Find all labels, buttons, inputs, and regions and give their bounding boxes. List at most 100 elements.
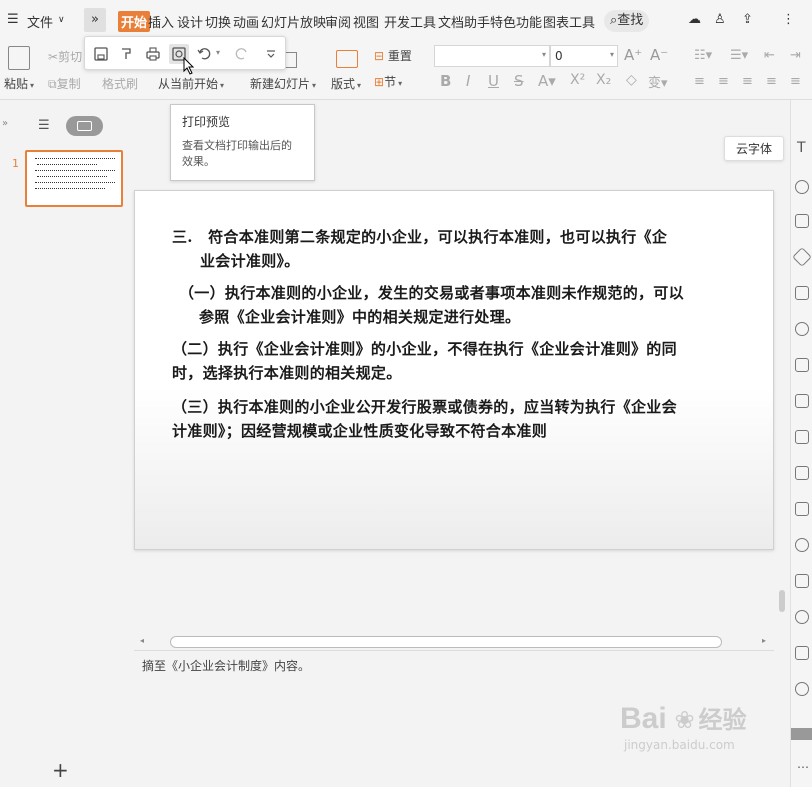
increase-font-icon[interactable]: A⁺ xyxy=(624,46,642,64)
paragraph-3-2[interactable]: （二）执行《企业会计准则》的小企业，不得在执行《企业会计准则》的同 时，选择执行… xyxy=(172,337,762,385)
undo-dropdown-icon[interactable]: ▾ xyxy=(216,48,220,57)
quick-access-toolbar: ▾ xyxy=(84,36,286,75)
tab-chart-tools[interactable]: 图表工具 xyxy=(543,12,595,31)
tab-transition[interactable]: 切换 xyxy=(205,12,231,31)
cut-button[interactable]: ✂剪切 xyxy=(48,48,82,65)
superscript-icon[interactable]: X² xyxy=(570,72,585,88)
font-size-select[interactable]: 0 ▾ xyxy=(550,45,618,67)
hamburger-icon[interactable]: ☰ xyxy=(7,12,19,27)
adjust-icon[interactable] xyxy=(795,214,809,228)
palette-icon[interactable] xyxy=(795,538,809,552)
font-family-select[interactable]: ▾ xyxy=(434,45,550,67)
format-painter-button[interactable]: 格式刷 xyxy=(102,75,138,92)
justify-icon[interactable]: ≡ xyxy=(766,74,777,89)
search-button[interactable]: ⌕查找 xyxy=(604,10,650,32)
shape-icon[interactable] xyxy=(795,358,809,372)
bullet-list-icon[interactable]: ☷▾ xyxy=(694,48,712,63)
share-icon[interactable]: ⇪ xyxy=(742,12,753,27)
idea-icon[interactable] xyxy=(795,180,809,194)
decrease-font-icon[interactable]: A⁻ xyxy=(650,46,668,64)
tab-doc-assistant[interactable]: 文档助手 xyxy=(438,12,490,31)
media-icon[interactable] xyxy=(795,466,809,480)
print-icon[interactable] xyxy=(143,44,163,64)
paragraph-3-3[interactable]: （三）执行本准则的小企业公开发行股票或债券的，应当转为执行《企业会 计准则》；因… xyxy=(172,395,762,443)
save-icon[interactable] xyxy=(91,44,111,64)
tab-design[interactable]: 设计 xyxy=(177,12,203,31)
copy-button[interactable]: ⧉复制 xyxy=(48,75,81,92)
comment-icon[interactable] xyxy=(795,610,809,624)
indent-increase-icon[interactable]: ⇥ xyxy=(790,48,801,63)
scroll-indicator[interactable] xyxy=(791,728,812,740)
indent-decrease-icon[interactable]: ⇤ xyxy=(764,48,775,63)
chevron-down-icon[interactable]: ∨ xyxy=(58,15,65,25)
tab-review[interactable]: 审阅 xyxy=(325,12,351,31)
new-slide-icon[interactable] xyxy=(285,52,297,68)
paragraph-3-3-line2: 计准则》；因经营规模或企业性质变化导致不符合本准则 xyxy=(172,422,548,440)
align-right-icon[interactable]: ≡ xyxy=(742,74,753,89)
redo-icon[interactable] xyxy=(231,44,251,64)
tab-home[interactable]: 开始 xyxy=(118,11,151,32)
horizontal-scrollbar[interactable]: ◂ ▸ xyxy=(134,634,774,650)
align-center-icon[interactable]: ≡ xyxy=(718,74,729,89)
add-slide-icon[interactable]: + xyxy=(52,758,69,782)
horizontal-scroll-thumb[interactable] xyxy=(170,636,722,648)
layout-icon[interactable] xyxy=(336,50,358,68)
align-left-icon[interactable]: ≡ xyxy=(694,74,705,89)
grid-icon[interactable] xyxy=(795,574,809,588)
strikethrough-icon[interactable]: S xyxy=(514,72,524,90)
file-menu[interactable]: 文件 xyxy=(27,12,53,31)
slide-icon[interactable] xyxy=(795,394,809,408)
bold-icon[interactable]: B xyxy=(440,72,451,90)
outline-view-icon[interactable]: ☰ xyxy=(38,118,50,133)
reset-button[interactable]: ⊟ 重置 xyxy=(374,47,412,64)
eraser-icon[interactable]: ◇ xyxy=(626,72,637,88)
paragraph-3-1[interactable]: （一）执行本准则的小企业，发生的交易或者事项本准则未作规范的，可以 参照《企业会… xyxy=(179,281,759,329)
section-button[interactable]: ⊞节 ▾ xyxy=(374,73,402,90)
italic-icon[interactable]: I xyxy=(466,72,470,90)
text-icon[interactable]: T xyxy=(797,140,806,156)
crop-icon[interactable] xyxy=(795,286,809,300)
user-icon[interactable]: ♙ xyxy=(714,12,726,27)
tab-slideshow[interactable]: 幻灯片放映 xyxy=(261,12,326,31)
tab-developer[interactable]: 开发工具 xyxy=(384,12,436,31)
tab-features[interactable]: 特色功能 xyxy=(490,12,542,31)
scroll-left-icon[interactable]: ◂ xyxy=(140,636,144,645)
cloud-font-tooltip: 云字体 xyxy=(724,136,784,161)
scroll-right-icon[interactable]: ▸ xyxy=(762,636,766,645)
color-icon[interactable] xyxy=(795,322,809,336)
settings-icon[interactable] xyxy=(795,682,809,696)
tab-animation[interactable]: 动画 xyxy=(233,12,259,31)
vertical-scroll-thumb[interactable] xyxy=(779,590,785,612)
paste-button[interactable]: 粘贴 ▾ xyxy=(4,75,34,92)
slide-canvas[interactable]: 三. 符合本准则第二条规定的小企业，可以执行本准则，也可以执行《企 业会计准则》… xyxy=(134,190,774,550)
table-icon[interactable] xyxy=(795,502,809,516)
undo-icon[interactable] xyxy=(195,44,215,64)
subscript-icon[interactable]: X₂ xyxy=(596,72,611,88)
pen-icon[interactable] xyxy=(792,247,812,267)
distribute-icon[interactable]: ≡ xyxy=(790,74,801,89)
tab-view[interactable]: 视图 xyxy=(353,12,379,31)
paragraph-3[interactable]: 三. 符合本准则第二条规定的小企业，可以执行本准则，也可以执行《企 业会计准则》… xyxy=(172,225,752,273)
more-icon[interactable]: ⋮ xyxy=(782,12,795,27)
cloud-icon[interactable]: ☁ xyxy=(688,12,701,27)
slide-thumbnail[interactable] xyxy=(25,150,123,207)
image-icon[interactable] xyxy=(795,430,809,444)
layout-button[interactable]: 版式 ▾ xyxy=(331,75,361,92)
copy-icon[interactable] xyxy=(795,646,809,660)
font-color-icon[interactable]: A▾ xyxy=(538,72,556,90)
new-slide-button[interactable]: 新建幻灯片 ▾ xyxy=(250,75,316,92)
tab-insert[interactable]: 插入 xyxy=(148,12,174,31)
numbered-list-icon[interactable]: ☰▾ xyxy=(730,48,748,63)
vertical-scrollbar[interactable] xyxy=(776,190,788,630)
slide-view-toggle[interactable] xyxy=(66,116,103,136)
paragraph-3-2-line2: 时，选择执行本准则的相关规定。 xyxy=(172,364,402,382)
format-brush-icon[interactable] xyxy=(117,44,137,64)
paste-icon[interactable] xyxy=(8,46,30,70)
customize-quickbar-icon[interactable] xyxy=(261,44,281,64)
collapse-panel-icon[interactable]: » xyxy=(2,118,8,129)
pinyin-icon[interactable]: 变▾ xyxy=(648,72,668,91)
more-options-icon[interactable]: ⋯ xyxy=(797,760,809,774)
expand-icon[interactable]: » xyxy=(84,8,106,32)
from-current-button[interactable]: 从当前开始 ▾ xyxy=(158,75,224,92)
underline-icon[interactable]: U xyxy=(488,72,499,90)
